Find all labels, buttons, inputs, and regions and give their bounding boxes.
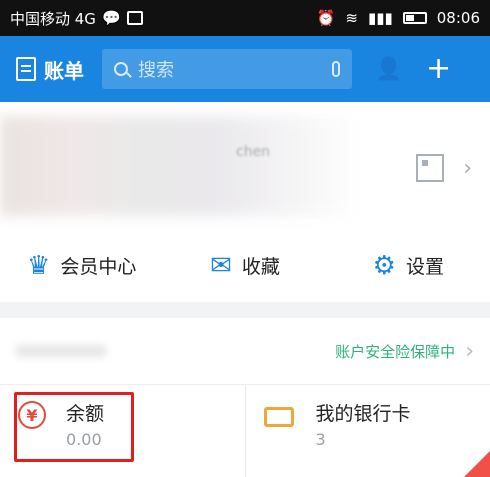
favorites-button[interactable]: ✉ 收藏	[163, 251, 326, 281]
qr-code-icon[interactable]	[416, 154, 444, 182]
bank-card-icon	[263, 407, 294, 427]
contacts-icon[interactable]: 👤	[374, 54, 404, 84]
member-center-label: 会员中心	[60, 256, 137, 278]
add-icon[interactable]: +	[426, 54, 451, 84]
bill-title: 账单	[44, 58, 84, 83]
alarm-icon: ⏰	[316, 9, 336, 27]
chevron-right-icon[interactable]: ›	[463, 156, 472, 181]
security-text: 账户安全险保障中	[335, 342, 456, 361]
search-icon	[114, 62, 128, 76]
battery-icon	[402, 12, 427, 24]
highlight-box	[14, 392, 134, 462]
blurred-text	[16, 345, 106, 357]
bank-title: 我的银行卡	[315, 403, 411, 425]
crown-icon: ♛	[27, 250, 51, 281]
inbox-icon: ✉	[210, 250, 232, 281]
gear-icon: ⚙	[372, 250, 396, 281]
app-bar: 账单 搜索 👤 +	[0, 36, 490, 102]
carrier-text: 中国移动 4G	[10, 9, 96, 28]
time-text: 08:06	[436, 9, 480, 27]
wechat-icon: 💬	[101, 9, 121, 27]
settings-label: 设置	[405, 256, 444, 278]
bank-count: 3	[315, 429, 326, 449]
alipay-home: 中国移动 4G 💬 ⏰ ≋ ▮▮▮ 08:06 账单 搜索 👤 + chen ›	[0, 0, 490, 477]
search-placeholder: 搜索	[138, 60, 174, 81]
quick-actions: ♛ 会员中心 ✉ 收藏 ⚙ 设置	[0, 229, 490, 302]
member-center-button[interactable]: ♛ 会员中心	[0, 251, 163, 281]
profile-card[interactable]: chen ›	[0, 102, 490, 229]
bill-icon	[16, 57, 36, 81]
wifi-icon: ≋	[345, 9, 358, 27]
signal-icon: ▮▮▮	[368, 9, 393, 27]
security-banner[interactable]: 账户安全险保障中 ›	[0, 318, 490, 384]
favorites-label: 收藏	[241, 256, 280, 278]
status-bar: 中国移动 4G 💬 ⏰ ≋ ▮▮▮ 08:06	[0, 0, 490, 36]
profile-name-fragment: chen	[236, 144, 271, 160]
bill-button[interactable]: 账单	[16, 55, 84, 84]
settings-button[interactable]: ⚙ 设置	[327, 251, 490, 281]
blurred-profile-info	[0, 116, 360, 216]
picture-icon	[126, 11, 143, 25]
microphone-icon[interactable]	[332, 61, 340, 77]
bank-card[interactable]: 我的银行卡 3	[244, 385, 490, 477]
chevron-right-icon: ›	[465, 338, 474, 364]
search-box[interactable]: 搜索	[102, 49, 352, 89]
